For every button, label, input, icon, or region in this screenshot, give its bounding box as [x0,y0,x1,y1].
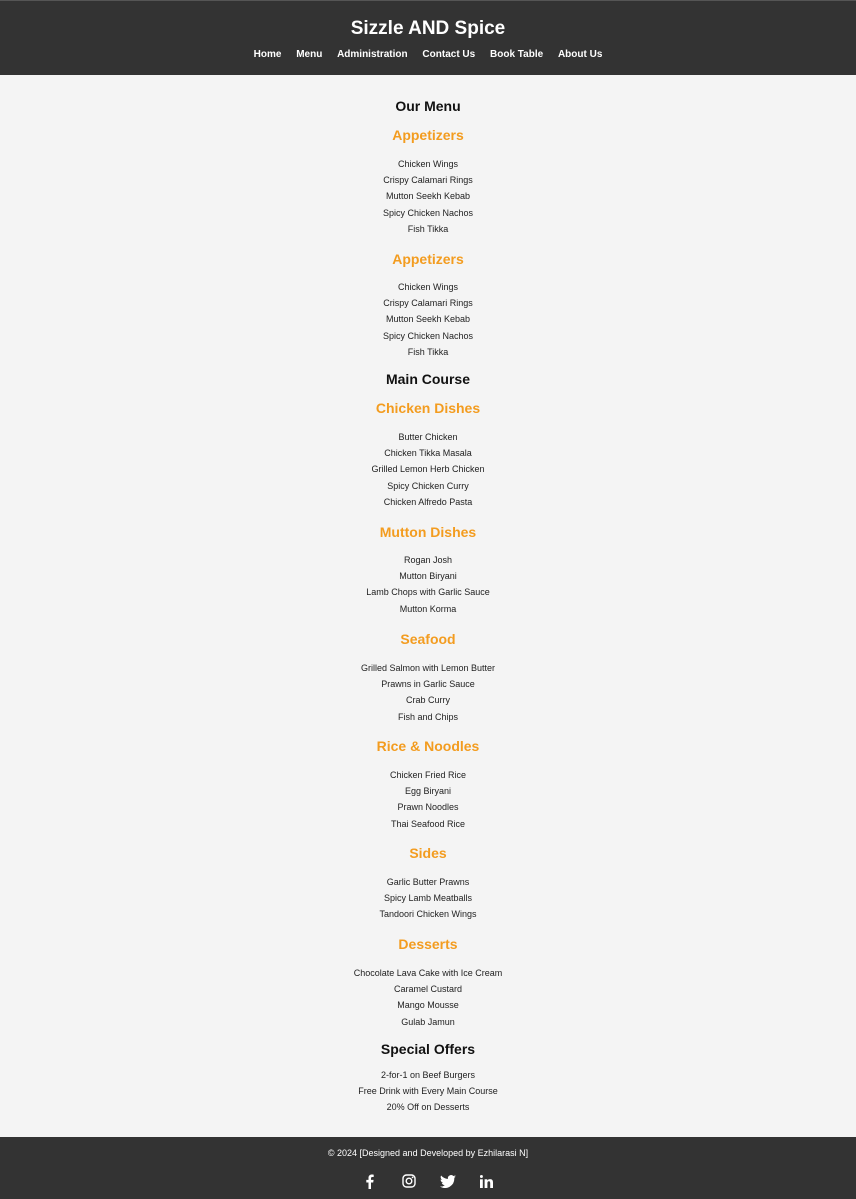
menu-item: Chicken Wings [397,159,459,169]
site-title: Sizzle AND Spice [350,18,506,39]
menu-item: Fish and Chips [397,711,459,722]
menu-item: Grilled Salmon with Lemon Butter [360,663,496,673]
category-list: Chicken Fried Rice Egg Biryani Prawn Noo… [0,767,856,832]
menu-item: Chocolate Lava Cake with Ice Cream [353,968,503,978]
menu-item: Butter Chicken [398,432,458,442]
category-list: Grilled Salmon with Lemon Butter Prawns … [0,660,856,725]
menu-item: Grilled Lemon Herb Chicken [371,464,485,475]
menu-item: Spicy Lamb Meatballs [383,893,473,904]
main-nav: Home Menu Administration Contact Us Book… [0,49,856,60]
offer-item: 20% Off on Desserts [386,1102,470,1113]
category-heading: Appetizers [392,127,464,143]
social-links [0,1173,856,1189]
menu-item: Thai Seafood Rice [390,818,466,829]
menu-item: Rogan Josh [403,555,453,565]
menu-item: Lamb Chops with Garlic Sauce [366,587,490,598]
category-heading: Mutton Dishes [379,524,477,540]
menu-item: Gulab Jamun [401,1016,455,1027]
category-list: Chicken Wings Crispy Calamari Rings Mutt… [0,279,856,360]
menu-item: Garlic Butter Prawns [386,877,470,887]
menu-item: Chicken Alfredo Pasta [383,496,473,507]
offer-item: Free Drink with Every Main Course [358,1086,498,1097]
category-heading: Chicken Dishes [375,400,481,416]
our-menu-heading: Our Menu [395,98,461,114]
menu-item: Fish Tikka [407,223,449,234]
menu-item: Spicy Chicken Curry [387,480,469,491]
category-heading: Rice & Noodles [376,738,480,754]
copyright-text: © 2024 [Designed and Developed by Ezhila… [327,1148,529,1158]
category-heading: Desserts [398,936,458,952]
facebook-icon[interactable] [361,1173,379,1189]
instagram-icon[interactable] [400,1173,418,1189]
menu-item: Crispy Calamari Rings [383,298,473,309]
nav-administration[interactable]: Administration [337,49,408,60]
site-footer: © 2024 [Designed and Developed by Ezhila… [0,1137,856,1199]
nav-menu[interactable]: Menu [296,49,322,60]
twitter-icon[interactable] [439,1173,457,1189]
nav-contact-us[interactable]: Contact Us [422,49,475,60]
main-course-heading: Main Course [385,371,470,387]
nav-home[interactable]: Home [254,49,282,60]
category-heading: Sides [409,845,447,861]
category-list: Butter Chicken Chicken Tikka Masala Gril… [0,429,856,510]
menu-item: Prawns in Garlic Sauce [381,679,475,690]
menu-item: Crispy Calamari Rings [383,175,473,186]
category-heading: Seafood [400,631,456,647]
category-heading: Appetizers [392,251,464,267]
menu-item: Mutton Seekh Kebab [385,191,471,202]
menu-item: Spicy Chicken Nachos [382,207,474,218]
menu-item: Mutton Biryani [399,571,457,582]
menu-item: Mutton Korma [399,603,457,614]
menu-item: Egg Biryani [404,786,452,797]
nav-about-us[interactable]: About Us [558,49,602,60]
menu-item: Chicken Tikka Masala [384,448,472,459]
offer-item: 2-for-1 on Beef Burgers [380,1070,476,1080]
linkedin-icon[interactable] [478,1173,496,1189]
menu-item: Chicken Wings [397,282,459,292]
special-offers-heading: Special Offers [380,1041,476,1057]
category-list: Rogan Josh Mutton Biryani Lamb Chops wit… [0,552,856,617]
menu-item: Spicy Chicken Nachos [382,330,474,341]
category-list: Chocolate Lava Cake with Ice Cream Caram… [0,965,856,1030]
offers-list: 2-for-1 on Beef Burgers Free Drink with … [0,1067,856,1116]
category-list: Garlic Butter Prawns Spicy Lamb Meatball… [0,874,856,923]
menu-item: Caramel Custard [393,984,463,995]
site-header: Sizzle AND Spice Home Menu Administratio… [0,0,856,75]
menu-item: Prawn Noodles [397,802,459,813]
menu-item: Chicken Fried Rice [389,770,467,780]
nav-book-table[interactable]: Book Table [490,49,543,60]
menu-item: Tandoori Chicken Wings [379,909,477,920]
menu-item: Crab Curry [405,695,450,706]
menu-item: Fish Tikka [407,346,449,357]
menu-item: Mango Mousse [397,1000,459,1011]
category-list: Chicken Wings Crispy Calamari Rings Mutt… [0,156,856,237]
menu-item: Mutton Seekh Kebab [385,314,471,325]
